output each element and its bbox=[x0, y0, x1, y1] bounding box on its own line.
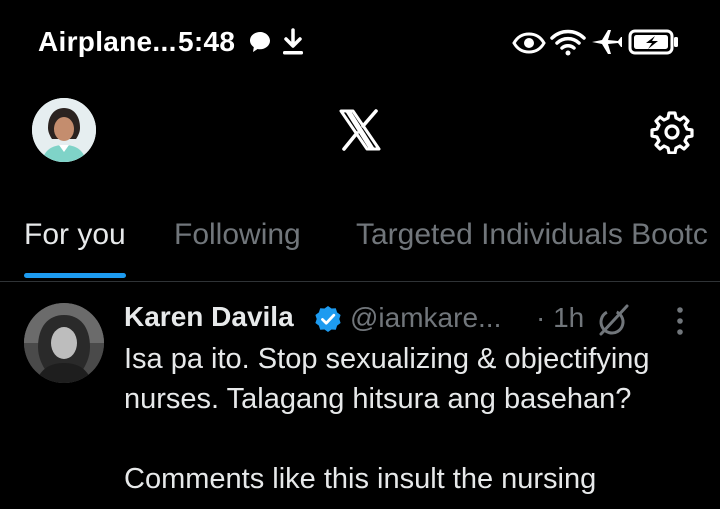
wifi-icon bbox=[550, 29, 586, 56]
post-text-spacer bbox=[124, 419, 714, 459]
post-text: Isa pa ito. Stop sexualizing & objectify… bbox=[124, 339, 714, 499]
author-avatar[interactable] bbox=[24, 303, 104, 383]
status-bar: Airplane... 5:48 bbox=[0, 0, 720, 84]
author-handle[interactable]: @iamkare... bbox=[350, 302, 501, 334]
author-photo bbox=[24, 303, 104, 383]
download-icon bbox=[283, 28, 303, 55]
eye-icon bbox=[512, 32, 546, 54]
profile-avatar[interactable] bbox=[32, 98, 96, 162]
tab-for-you[interactable]: For you bbox=[24, 218, 126, 252]
more-options-icon[interactable] bbox=[670, 305, 690, 337]
tab-targeted-individuals[interactable]: Targeted Individuals Bootc bbox=[356, 218, 708, 252]
chat-bubble-icon bbox=[250, 32, 270, 52]
post-time: · 1h bbox=[536, 302, 585, 333]
clock: 5:48 bbox=[178, 26, 236, 57]
active-tab-indicator bbox=[24, 273, 126, 278]
post-header: Karen Davila @iamkare... · 1h bbox=[124, 299, 720, 339]
tab-following[interactable]: Following bbox=[174, 218, 301, 252]
x-logo[interactable] bbox=[338, 108, 382, 152]
battery-charging-icon bbox=[628, 29, 678, 55]
profile-photo bbox=[32, 98, 96, 162]
author-name[interactable]: Karen Davila bbox=[124, 301, 294, 333]
post-text-line: nurses. Talagang hitsura ang basehan? bbox=[124, 383, 632, 415]
post-text-line: Isa pa ito. Stop sexualizing & objectify… bbox=[124, 343, 650, 375]
post-text-line: Comments like this insult the nursing bbox=[124, 463, 597, 495]
airplane-icon bbox=[592, 30, 622, 54]
post[interactable]: Karen Davila @iamkare... · 1h Isa pa ito… bbox=[0, 283, 720, 509]
verified-badge-icon bbox=[315, 306, 341, 332]
carrier-label: Airplane... bbox=[38, 26, 177, 57]
timeline-tabs: For you Following Targeted Individuals B… bbox=[0, 200, 720, 282]
grok-icon[interactable] bbox=[594, 303, 630, 339]
settings-gear-icon[interactable] bbox=[650, 110, 694, 154]
